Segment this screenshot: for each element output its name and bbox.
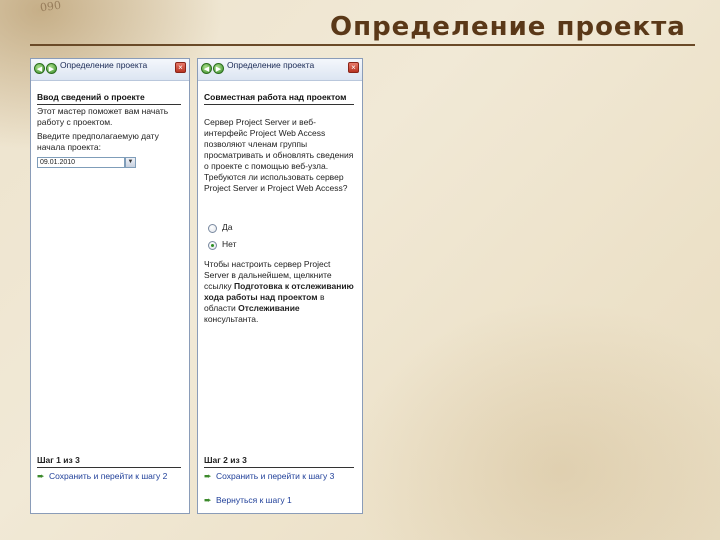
section-heading: Совместная работа над проектом <box>204 92 354 106</box>
step-label: Шаг 1 из 3 <box>37 455 181 469</box>
radio-yes[interactable]: Да <box>208 222 232 234</box>
pane-title: Определение проекта <box>227 60 315 70</box>
green-arrow-icon: ➨ <box>204 471 212 481</box>
chevron-down-icon[interactable]: ▼ <box>125 157 136 168</box>
date-prompt: Введите предполагаемую дату начала проек… <box>37 131 159 153</box>
title-underline <box>30 44 695 46</box>
step-indicator: Шаг 2 из 3 <box>204 455 354 469</box>
save-next-label: Сохранить и перейти к шагу 3 <box>216 471 335 481</box>
back-link[interactable]: ➨ Вернуться к шагу 1 <box>204 495 344 505</box>
step-indicator: Шаг 1 из 3 <box>37 455 181 469</box>
question-text: Сервер Project Server и веб-интерфейс Pr… <box>204 117 354 194</box>
radio-yes-label: Да <box>222 222 233 233</box>
save-next-link[interactable]: ➨ Сохранить и перейти к шагу 3 <box>204 471 344 481</box>
radio-no-label: Нет <box>222 239 237 250</box>
setup-hint: Чтобы настроить сервер Project Server в … <box>204 259 354 325</box>
background-compass-text: 090 <box>39 0 62 15</box>
pane-title: Определение проекта <box>60 60 148 70</box>
green-arrow-icon: ➨ <box>204 495 212 505</box>
intro-text: Этот мастер поможет вам начать работу с … <box>37 106 169 128</box>
task-pane-right: ◀ ▶ Определение проекта × Совместная раб… <box>197 58 363 514</box>
back-label: Вернуться к шагу 1 <box>216 495 292 505</box>
close-icon[interactable]: × <box>348 62 359 73</box>
pane-header: ◀ ▶ Определение проекта × <box>198 59 362 81</box>
forward-arrow-icon[interactable]: ▶ <box>213 63 224 74</box>
start-date-field[interactable]: 09.01.2010 <box>37 157 125 168</box>
radio-button-no[interactable] <box>208 240 217 250</box>
hint-end: консультанта. <box>204 314 259 325</box>
back-arrow-icon[interactable]: ◀ <box>34 63 45 74</box>
slide-title: Определение проекта <box>330 12 686 42</box>
step-label: Шаг 2 из 3 <box>204 455 354 469</box>
save-next-link[interactable]: ➨ Сохранить и перейти к шагу 2 <box>37 471 177 481</box>
hint-area: Отслеживание <box>238 303 300 314</box>
radio-button-yes[interactable] <box>208 223 217 233</box>
close-icon[interactable]: × <box>175 62 186 73</box>
back-arrow-icon[interactable]: ◀ <box>201 63 212 74</box>
green-arrow-icon: ➨ <box>37 471 45 481</box>
section-heading: Ввод сведений о проекте <box>37 92 181 106</box>
save-next-label: Сохранить и перейти к шагу 2 <box>49 471 168 481</box>
radio-no[interactable]: Нет <box>208 239 236 251</box>
task-pane-left: ◀ ▶ Определение проекта × Ввод сведений … <box>30 58 190 514</box>
pane-header: ◀ ▶ Определение проекта × <box>31 59 189 81</box>
forward-arrow-icon[interactable]: ▶ <box>46 63 57 74</box>
